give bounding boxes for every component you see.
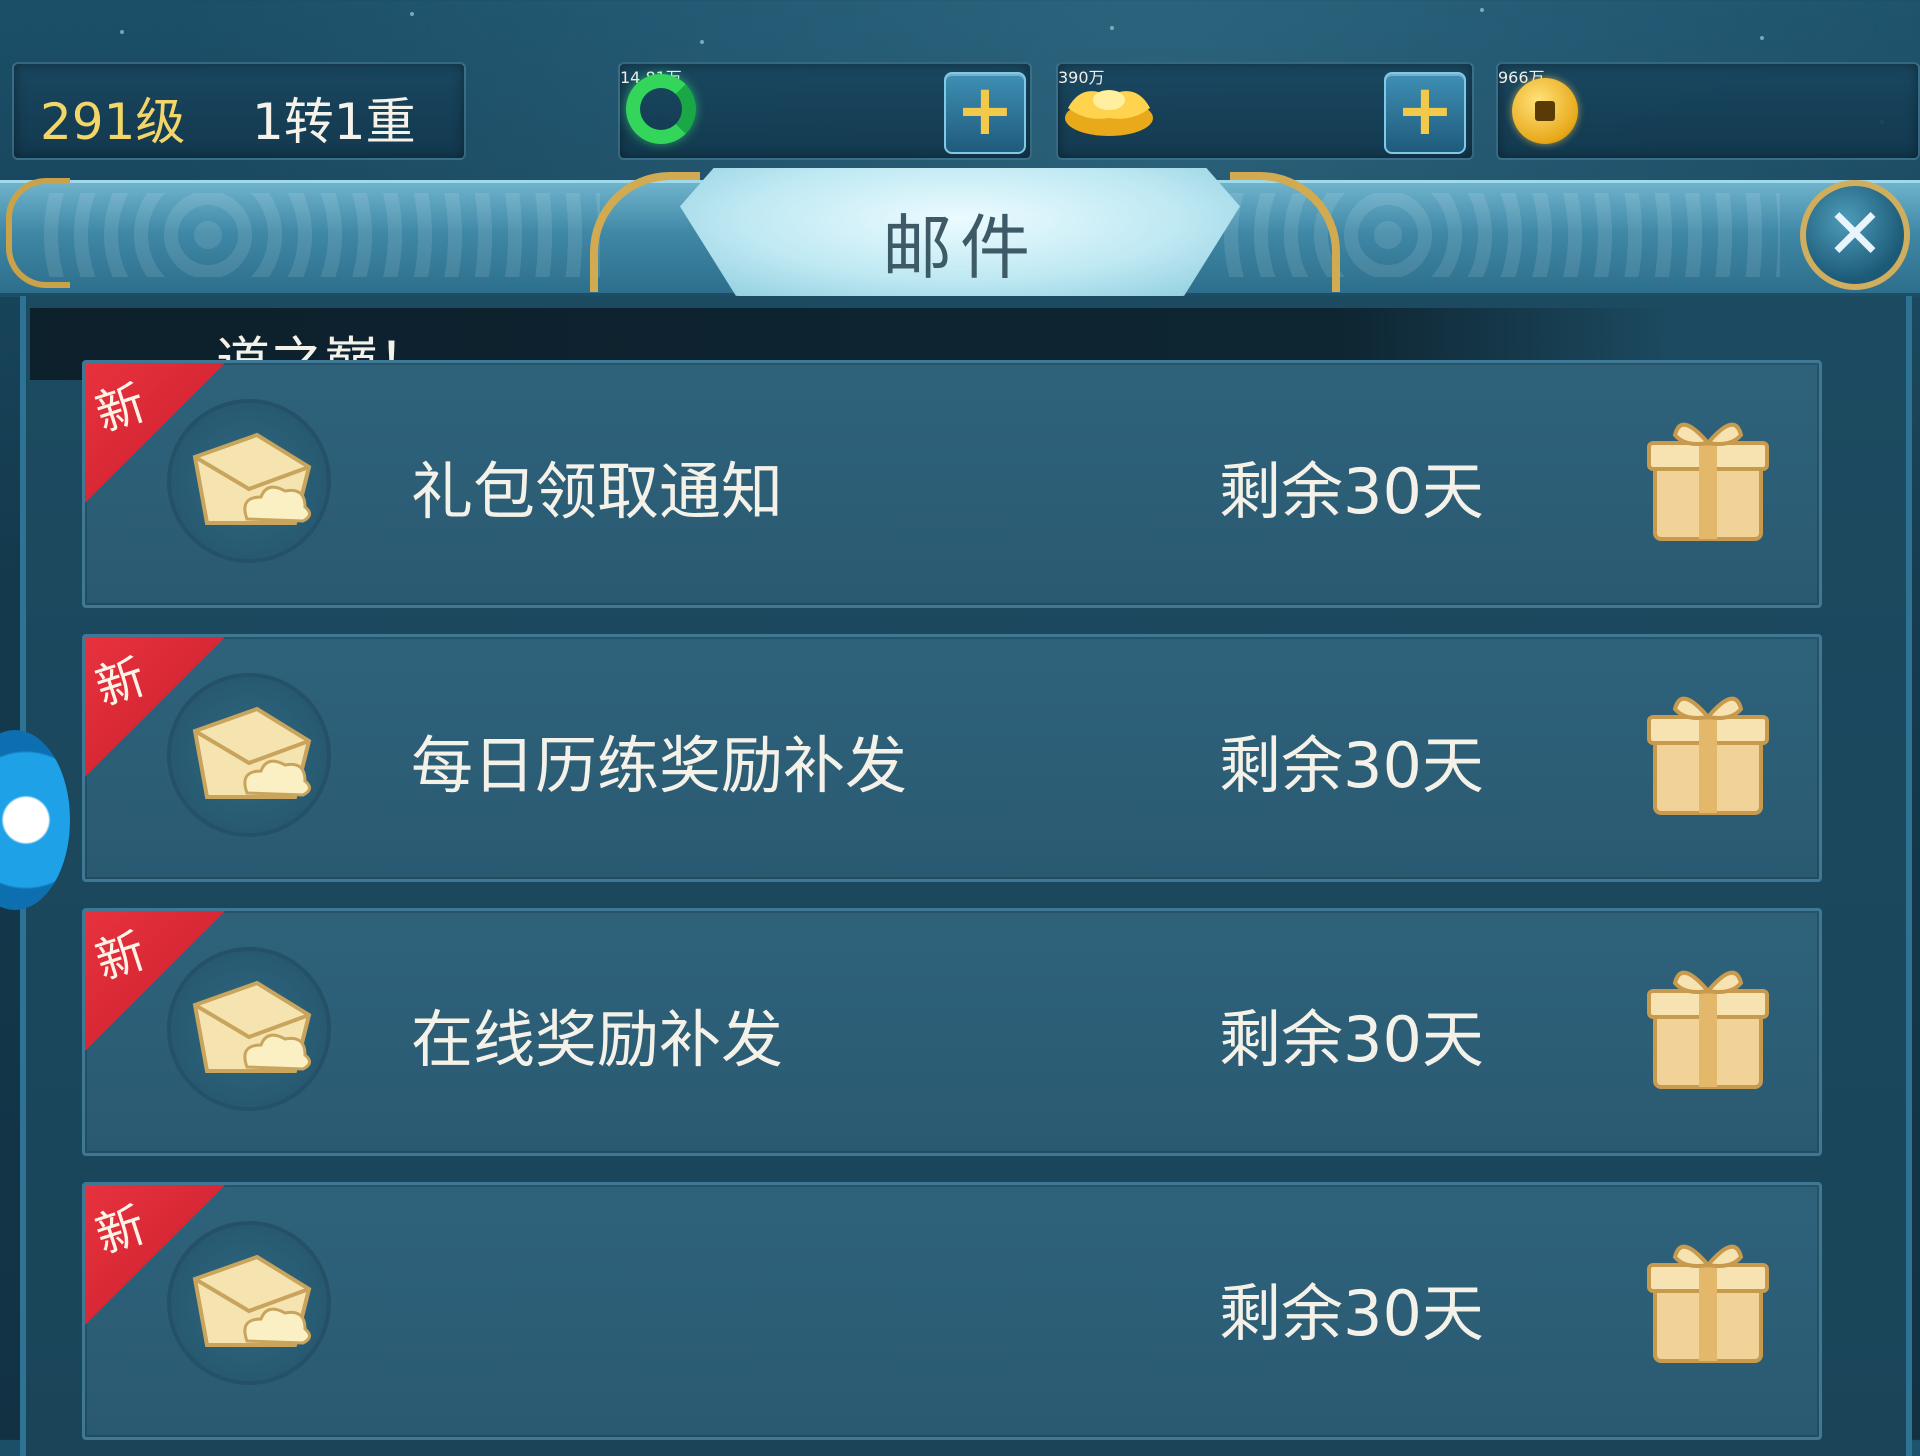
- player-level: 291级: [40, 93, 186, 151]
- add-gold-ingot-button[interactable]: +: [1384, 72, 1466, 154]
- reincarnation-tier: 1转1重: [252, 93, 416, 151]
- envelope-icon-holder: [167, 399, 331, 563]
- mail-subject: 礼包领取通知: [411, 455, 784, 528]
- add-jade-button[interactable]: +: [944, 72, 1026, 154]
- gift-attachment-icon[interactable]: [1645, 955, 1771, 1095]
- jade-ring-icon: [626, 74, 696, 144]
- mail-item[interactable]: 新 剩余30天: [82, 1182, 1822, 1440]
- envelope-icon-holder: [167, 1221, 331, 1385]
- panel-title: 邮件: [882, 207, 1038, 289]
- mail-subject: 在线奖励补发: [411, 1003, 784, 1076]
- envelope-icon: [192, 706, 312, 799]
- mail-expiry: 剩余30天: [1219, 1277, 1484, 1350]
- player-level-box: 291级 1转1重: [12, 62, 466, 160]
- mail-expiry: 剩余30天: [1219, 729, 1484, 802]
- envelope-icon-holder: [167, 947, 331, 1111]
- jade-currency-box: 14.81万 +: [618, 62, 1032, 160]
- mail-expiry: 剩余30天: [1219, 1003, 1484, 1076]
- gold-ingot-box: 390万 +: [1056, 62, 1474, 160]
- mail-item[interactable]: 新 礼包领取通知 剩余30天: [82, 360, 1822, 608]
- mail-item[interactable]: 新 每日历练奖励补发 剩余30天: [82, 634, 1822, 882]
- envelope-icon: [192, 980, 312, 1073]
- envelope-icon: [192, 432, 312, 525]
- gift-attachment-icon[interactable]: [1645, 1229, 1771, 1369]
- copper-coin-box: 966万: [1496, 62, 1920, 160]
- mail-subject: 每日历练奖励补发: [411, 729, 908, 802]
- gift-attachment-icon[interactable]: [1645, 681, 1771, 821]
- mail-expiry: 剩余30天: [1219, 455, 1484, 528]
- close-button[interactable]: ✕: [1800, 180, 1910, 290]
- gold-ingot-icon: [1065, 90, 1153, 136]
- gift-attachment-icon[interactable]: [1645, 407, 1771, 547]
- envelope-icon: [192, 1254, 312, 1347]
- envelope-icon-holder: [167, 673, 331, 837]
- mail-item[interactable]: 新 在线奖励补发 剩余30天: [82, 908, 1822, 1156]
- copper-coin-icon: [1512, 78, 1578, 144]
- corner-ornament: [6, 178, 70, 288]
